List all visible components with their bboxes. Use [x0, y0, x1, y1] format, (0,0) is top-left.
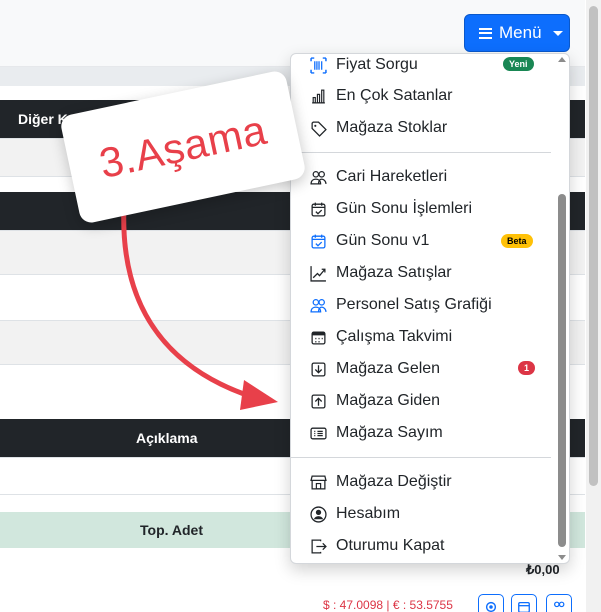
- annotation-arrow: [121, 203, 278, 410]
- annotation-text: 3.Aşama: [95, 105, 271, 188]
